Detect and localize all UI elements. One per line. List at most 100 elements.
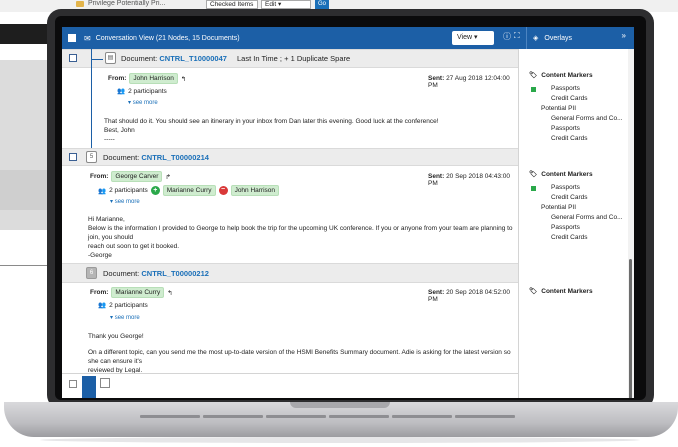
document-icon [100, 378, 110, 388]
marker-item[interactable]: Credit Cards [551, 95, 587, 102]
folder-icon [76, 0, 84, 7]
marker-item[interactable]: Credit Cards [551, 194, 587, 201]
see-more-link[interactable]: ▾ see more [110, 198, 140, 205]
conversation-main: ▤ Document: CNTRL_T10000047 Last In Time… [62, 49, 518, 398]
sender-chip[interactable]: Marianne Curry [111, 287, 165, 298]
select-all-checkbox[interactable] [68, 34, 76, 42]
document-title: Document: CNTRL_T10000047 [121, 54, 227, 63]
sent-line: Sent: 27 Aug 2018 12:04:00 PM [428, 75, 518, 89]
people-icon: 👥 [117, 88, 126, 95]
overlays-panel: 🏷 Content Markers Passports Credit Cards… [518, 49, 628, 398]
sent-label: Sent: [428, 289, 445, 296]
expand-icon[interactable]: ⛶ [514, 31, 520, 41]
laptop-shadow [40, 437, 640, 443]
participants: 👥 2 participants [98, 301, 148, 310]
tag-icon: 🏷 [529, 72, 538, 79]
sender-chip[interactable]: John Harrison [129, 73, 178, 84]
message-line: On a different topic, can you send me th… [88, 349, 511, 365]
document-icon: ▤ [105, 52, 116, 64]
content-markers-label: Content Markers [541, 287, 593, 295]
marker-item[interactable]: Passports [551, 85, 580, 92]
reply-icon: ↰ [180, 75, 187, 83]
envelope-icon: ✉ [84, 33, 91, 43]
checked-items-value: Checked Items [210, 1, 254, 8]
removed-participant-chip[interactable]: John Harrison [230, 185, 280, 196]
added-participant-chip[interactable]: Marianne Curry [162, 185, 216, 196]
sent-line: Sent: 20 Sep 2018 04:43:00 PM [428, 173, 518, 187]
participants: 👥 2 participants + Marianne Curry − John… [98, 185, 280, 196]
content-markers-heading[interactable]: 🏷 Content Markers [529, 170, 593, 179]
checked-items-select[interactable]: Checked Items ▾ [206, 0, 258, 16]
from-label: From: [90, 173, 109, 180]
from-line: From: John Harrison ↰ [108, 73, 186, 84]
go-button[interactable]: Go [315, 0, 329, 9]
tree-line [91, 49, 92, 149]
people-icon: 👥 [98, 302, 107, 309]
collapse-icon[interactable]: » [622, 31, 626, 40]
marker-item[interactable]: General Forms and Co... [551, 214, 623, 221]
layers-icon: ◈ [533, 35, 539, 42]
from-label: From: [108, 75, 127, 82]
marker-item[interactable]: General Forms and Co... [551, 115, 623, 122]
document-title: Document: CNTRL_T00000214 [103, 153, 209, 162]
see-more-label: see more [114, 315, 140, 321]
marker-color-swatch [531, 87, 536, 92]
marker-group[interactable]: Potential PII [541, 105, 576, 112]
reply-icon: ↰ [167, 289, 173, 297]
sent-label: Sent: [428, 75, 445, 82]
info-icon[interactable]: ⓘ [503, 31, 511, 42]
marker-color-swatch [531, 186, 536, 191]
document-header[interactable]: 5 Document: CNTRL_T00000214 [62, 148, 518, 166]
marker-item[interactable]: Passports [551, 224, 580, 231]
document-id-link[interactable]: CNTRL_T00000214 [141, 153, 209, 162]
scrollbar[interactable] [628, 49, 634, 398]
marker-item[interactable]: Passports [551, 184, 580, 191]
see-more-link[interactable]: ▾ see more [128, 99, 158, 106]
participants-count: 2 participants [109, 187, 148, 194]
document-label: Document: [103, 269, 140, 278]
document-id-link[interactable]: CNTRL_T10000047 [159, 54, 227, 63]
conversation-title: Conversation View (21 Nodes, 15 Document… [95, 34, 240, 42]
message-body: Hi Marianne, Below is the information I … [88, 215, 516, 260]
document-checkbox[interactable] [69, 153, 77, 161]
removed-participant-icon: − [218, 186, 228, 195]
document-label: Document: [103, 153, 140, 162]
scrollbar-thumb[interactable] [629, 259, 632, 398]
marker-group[interactable]: Potential PII [541, 204, 576, 211]
overlays-header: ◈ Overlays [526, 27, 634, 49]
content-markers-heading[interactable]: 🏷 Content Markers [529, 71, 593, 80]
background-dark-bar [0, 24, 48, 44]
marker-item[interactable]: Credit Cards [551, 234, 587, 241]
document-header[interactable]: ▤ Document: CNTRL_T10000047 Last In Time… [62, 49, 518, 68]
marker-item[interactable]: Credit Cards [551, 135, 587, 142]
message-line: Below is the information I provided to G… [88, 225, 513, 241]
forward-icon: ↱ [165, 173, 171, 181]
app-screen: ✉ Conversation View (21 Nodes, 15 Docume… [62, 27, 634, 398]
edit-select[interactable]: Edit ▾ [261, 0, 311, 9]
conversation-titlebar: ✉ Conversation View (21 Nodes, 15 Docume… [62, 27, 634, 49]
document-label: Document: [121, 54, 158, 63]
marker-item[interactable]: Passports [551, 125, 580, 132]
message-line: Thank you George! [88, 333, 144, 340]
message-line: reach out soon to get it booked. [88, 243, 180, 250]
background-panel-shade [0, 170, 50, 210]
document-checkbox[interactable] [69, 380, 77, 388]
message-body: That should do it. You should see an iti… [104, 117, 504, 144]
document-header[interactable]: 6 Document: CNTRL_T00000212 [62, 263, 518, 283]
view-dropdown[interactable]: View ▾ [452, 31, 494, 45]
see-more-link[interactable]: ▾ see more [110, 314, 140, 321]
participants: 👥 2 participants [117, 87, 167, 96]
document-icon: 6 [86, 267, 97, 279]
sender-chip[interactable]: George Carver [111, 171, 163, 182]
laptop-keys [140, 405, 540, 423]
added-participant-icon: + [150, 186, 160, 195]
content-markers-heading[interactable]: 🏷 Content Markers [529, 287, 593, 296]
tree-connector [91, 59, 103, 60]
edit-value: Edit [265, 1, 277, 8]
document-id-link[interactable]: CNTRL_T00000212 [141, 269, 209, 278]
selected-marker [82, 376, 96, 398]
view-label: View [457, 34, 473, 41]
document-checkbox[interactable] [69, 54, 77, 62]
participants-count: 2 participants [109, 301, 148, 309]
tag-icon: 🏷 [529, 171, 538, 178]
